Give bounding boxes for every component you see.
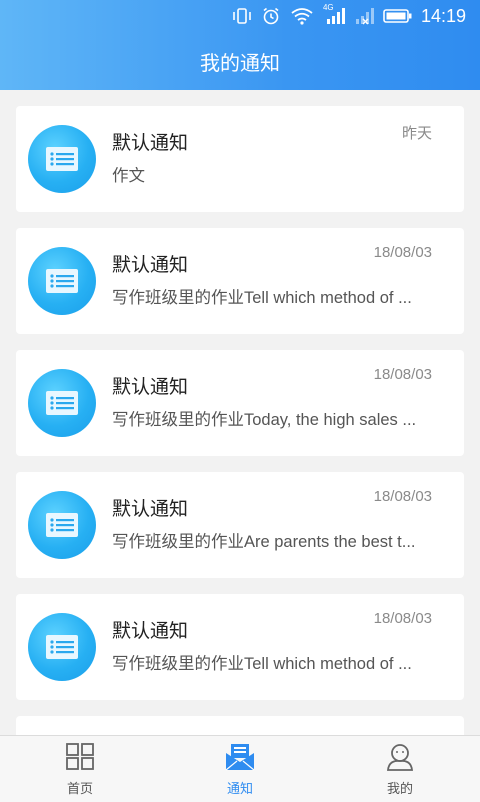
notification-title: 默认通知 [112,620,189,642]
notice-avatar-icon [28,613,96,681]
tab-label: 我的 [386,782,413,797]
notification-body: 作文 [112,167,145,185]
tab-label: 通知 [226,782,253,797]
status-time: 14:19 [420,5,466,26]
network-label: 4G [322,3,334,12]
tab-home[interactable]: 首页 [0,736,160,802]
page-title: 我的通知 [200,50,280,75]
person-icon [385,743,415,775]
notification-date: 18/08/03 [373,488,432,505]
notification-date: 昨天 [401,125,432,142]
notification-title: 默认通知 [112,254,189,276]
notice-avatar-icon [28,125,96,193]
notification-card[interactable]: 默认通知 18/08/03 写作班级里的作业Are parents the be… [16,472,464,578]
tab-notifications[interactable]: 通知 [160,736,320,802]
notification-title: 默认通知 [112,376,189,398]
bottom-tab-bar: 首页 通知 我的 [0,735,480,802]
notification-list[interactable]: 默认通知 昨天 作文 默认通知 18/08/03 写作班级里的作业Tell wh… [0,90,480,735]
notification-card[interactable]: 默认通知 18/08/03 写作班级里的作业Tell which method … [16,228,464,334]
mail-notice-icon [225,743,255,775]
notification-body: 写作班级里的作业Tell which method of ... [112,655,412,673]
notification-card[interactable]: 默认通知 18/08/03 写作班级里的作业Tell which method … [16,594,464,700]
notification-date: 18/08/03 [373,244,432,261]
notice-avatar-icon [28,491,96,559]
notification-body: 写作班级里的作业Today, the high sales ... [112,411,417,429]
wifi-icon [290,7,314,25]
notification-title: 默认通知 [112,498,189,520]
signal-empty-icon [354,7,374,25]
notification-card[interactable]: 默认通知 18/08/03 写作班级里的作业Today, the high sa… [16,350,464,456]
notice-avatar-icon [28,247,96,315]
notification-card-partial[interactable] [16,716,464,735]
battery-icon [383,7,413,25]
notice-avatar-icon [28,369,96,437]
notification-title: 默认通知 [112,132,189,154]
tab-mine[interactable]: 我的 [320,736,480,802]
notification-date: 18/08/03 [373,366,432,383]
notification-body: 写作班级里的作业Are parents the best t... [112,533,416,551]
tab-label: 首页 [66,782,93,797]
vibrate-icon [232,7,252,25]
status-bar: 4G 14:19 [0,0,480,32]
notification-body: 写作班级里的作业Tell which method of ... [112,289,412,307]
alarm-icon [261,7,281,25]
app-header: 4G 14:19 我的通知 [0,0,480,90]
notification-card[interactable]: 默认通知 昨天 作文 [16,106,464,212]
grid-icon [65,743,95,775]
notification-date: 18/08/03 [373,610,432,627]
signal-4g-icon: 4G [323,3,345,25]
